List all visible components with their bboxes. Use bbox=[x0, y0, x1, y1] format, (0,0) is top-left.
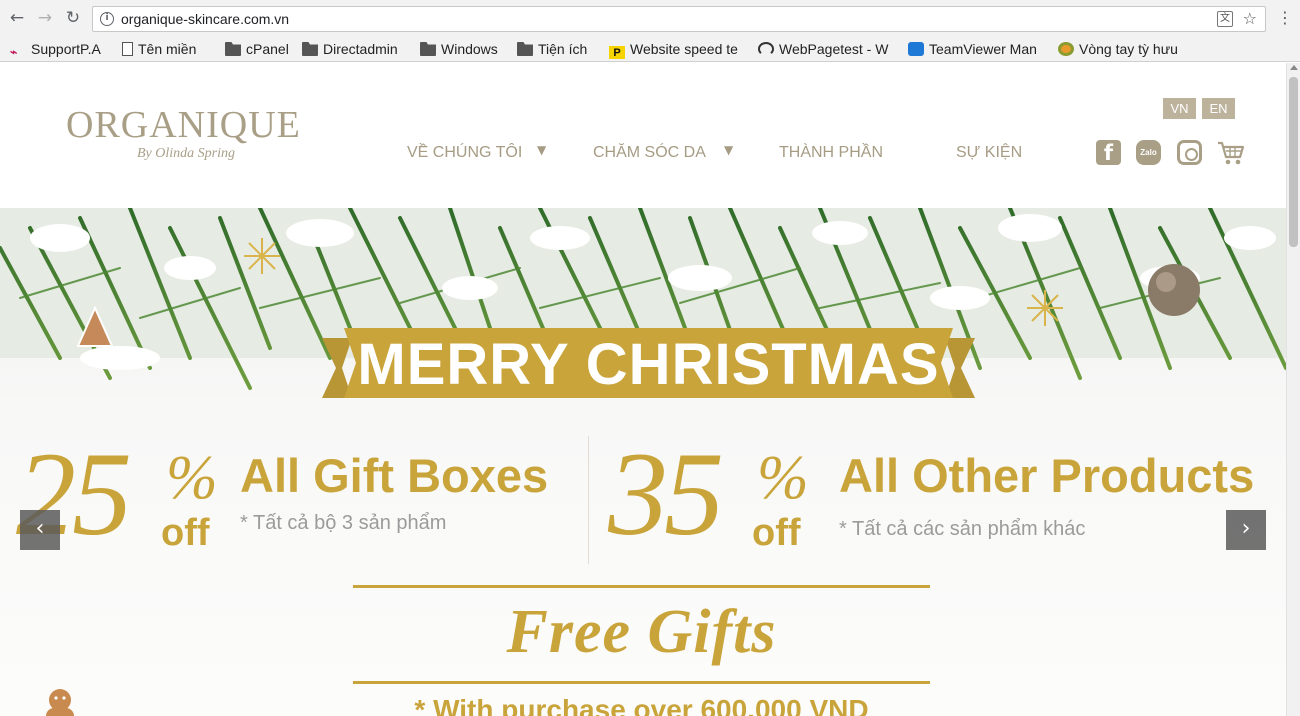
bookmark-label: cPanel bbox=[246, 41, 289, 57]
bookmark-item[interactable]: Directadmin bbox=[302, 39, 398, 59]
ring-icon bbox=[1058, 42, 1074, 56]
nav-skin-care[interactable]: CHĂM SÓC DA bbox=[593, 144, 706, 162]
folder-icon bbox=[517, 42, 533, 56]
bookmark-label: Windows bbox=[441, 41, 498, 57]
bookmark-label: Vòng tay tỳ hưu bbox=[1079, 41, 1178, 57]
offer2-percent-sign: % bbox=[757, 444, 809, 512]
bookmark-label: SupportP.A bbox=[31, 41, 101, 57]
bookmark-item[interactable]: ⌁ SupportP.A bbox=[10, 39, 101, 59]
site-info-icon[interactable]: i bbox=[100, 12, 114, 26]
bookmark-item[interactable]: TeamViewer Man bbox=[908, 39, 1046, 59]
bookmark-label: TeamViewer Man bbox=[929, 41, 1037, 57]
support-icon: ⌁ bbox=[10, 45, 18, 59]
gift-bottom-rule bbox=[353, 681, 930, 684]
browser-toolbar: ← → ↻ i organique-skincare.com.vn 文 ☆ ⋮ bbox=[0, 0, 1300, 36]
lang-en-button[interactable]: EN bbox=[1202, 98, 1235, 119]
reload-icon[interactable]: ↻ bbox=[64, 9, 82, 27]
nav-events[interactable]: SỰ KIỆN bbox=[956, 144, 1022, 162]
logo-tagline: By Olinda Spring bbox=[137, 146, 235, 161]
bookmark-item[interactable]: Windows bbox=[420, 39, 498, 59]
folder-icon bbox=[302, 42, 318, 56]
offer1-note: * Tất cả bộ 3 sản phẩm bbox=[240, 512, 447, 534]
forward-icon[interactable]: → bbox=[36, 9, 54, 27]
page-icon bbox=[122, 42, 133, 56]
url-text[interactable]: organique-skincare.com.vn bbox=[121, 11, 289, 27]
lang-vn-button[interactable]: VN bbox=[1163, 98, 1196, 119]
offer2-note: * Tất cả các sản phẩm khác bbox=[839, 518, 1086, 540]
back-icon[interactable]: ← bbox=[8, 9, 26, 27]
bookmark-star-icon[interactable]: ☆ bbox=[1243, 9, 1257, 28]
p-icon: P bbox=[609, 46, 625, 59]
chevron-down-icon[interactable]: ▼ bbox=[724, 143, 733, 157]
folder-icon bbox=[225, 42, 241, 56]
offer1-percent-sign: % bbox=[166, 444, 218, 512]
bookmark-item[interactable]: Tên miền bbox=[122, 39, 196, 59]
gingerbread-cookie-icon bbox=[46, 689, 74, 716]
slider-prev-button[interactable]: ‹ bbox=[20, 510, 60, 550]
gift-top-rule bbox=[353, 585, 930, 588]
headline-text: MERRY CHRISTMAS bbox=[357, 332, 940, 397]
bookmark-label: Website speed te bbox=[630, 41, 738, 57]
bookmark-label: Directadmin bbox=[323, 41, 398, 57]
offer1-title: All Gift Boxes bbox=[240, 449, 549, 502]
site-logo[interactable]: ORGANIQUE By Olinda Spring bbox=[66, 103, 301, 162]
bookmark-item[interactable]: cPanel bbox=[225, 39, 289, 59]
offer2-percent: 35 bbox=[608, 427, 724, 560]
offer2-off: off bbox=[752, 512, 801, 554]
bookmark-item[interactable]: Vòng tay tỳ hưu bbox=[1058, 39, 1197, 59]
nav-ingredients[interactable]: THÀNH PHẦN bbox=[779, 144, 883, 162]
browser-menu-icon[interactable]: ⋮ bbox=[1277, 8, 1293, 27]
bookmark-label: Tiện ích bbox=[538, 41, 588, 57]
bookmark-item[interactable]: Tiện ích bbox=[517, 39, 587, 59]
site-header: ORGANIQUE By Olinda Spring VỀ CHÚNG TÔI … bbox=[0, 63, 1286, 208]
free-gifts-title: Free Gifts bbox=[506, 598, 777, 666]
page-scrollbar[interactable] bbox=[1286, 63, 1300, 716]
nav-about-us[interactable]: VỀ CHÚNG TÔI bbox=[407, 144, 522, 162]
bookmark-item[interactable]: P Website speed te bbox=[609, 39, 746, 59]
bookmark-item[interactable]: WebPagetest - W bbox=[758, 39, 896, 59]
cart-icon[interactable] bbox=[1217, 140, 1245, 166]
zalo-icon[interactable]: Zalo bbox=[1136, 140, 1161, 165]
bookmark-label: WebPagetest - W bbox=[779, 41, 889, 57]
slider-next-button[interactable]: › bbox=[1226, 510, 1266, 550]
instagram-icon[interactable] bbox=[1177, 140, 1202, 165]
offer2-title: All Other Products bbox=[839, 449, 1255, 502]
chevron-down-icon[interactable]: ▼ bbox=[537, 143, 546, 157]
bookmark-label: Tên miền bbox=[138, 41, 197, 57]
logo-name: ORGANIQUE bbox=[66, 104, 301, 146]
folder-icon bbox=[420, 42, 436, 56]
address-bar[interactable]: i organique-skincare.com.vn 文 ☆ bbox=[92, 6, 1266, 32]
christmas-banner-slide: MERRY CHRISTMAS 25 % off All Gift Boxes … bbox=[0, 208, 1286, 716]
free-gifts-note: * With purchase over 600.000 VND bbox=[414, 694, 869, 716]
teamviewer-icon bbox=[908, 42, 924, 56]
offer-divider bbox=[588, 436, 589, 564]
translate-icon[interactable]: 文 bbox=[1217, 11, 1233, 27]
facebook-icon[interactable]: f bbox=[1096, 140, 1121, 165]
scroll-thumb[interactable] bbox=[1289, 77, 1298, 247]
gauge-icon bbox=[758, 42, 774, 56]
offer1-off: off bbox=[161, 512, 210, 554]
bookmarks-bar: ⌁ SupportP.A Tên miền cPanel Directadmin … bbox=[0, 36, 1300, 62]
scroll-up-arrow[interactable] bbox=[1290, 65, 1298, 70]
